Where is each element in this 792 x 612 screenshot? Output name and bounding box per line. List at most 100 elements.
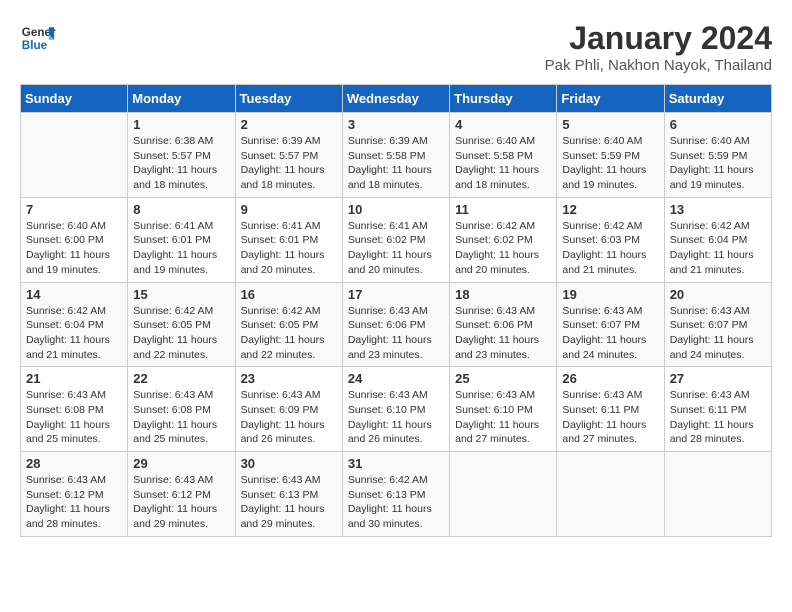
day-number: 5 — [562, 117, 658, 132]
calendar-cell: 3Sunrise: 6:39 AMSunset: 5:58 PMDaylight… — [342, 113, 449, 198]
day-info: Sunrise: 6:43 AMSunset: 6:11 PMDaylight:… — [562, 388, 658, 447]
month-title: January 2024 — [545, 20, 772, 57]
calendar-cell: 19Sunrise: 6:43 AMSunset: 6:07 PMDayligh… — [557, 282, 664, 367]
svg-text:Blue: Blue — [22, 39, 48, 52]
calendar-cell — [664, 452, 771, 537]
week-row-1: 1 Sunrise: 6:38 AMSunset: 5:57 PMDaylight… — [21, 113, 772, 198]
day-number: 25 — [455, 371, 551, 386]
calendar-cell: 12 Sunrise: 6:42 AMSunset: 6:03 PMDayligh… — [557, 197, 664, 282]
day-info: Sunrise: 6:41 AMSunset: 6:01 PMDaylight:… — [241, 219, 337, 278]
calendar-cell: 7 Sunrise: 6:40 AMSunset: 6:00 PMDaylight… — [21, 197, 128, 282]
day-number: 17 — [348, 287, 444, 302]
calendar-cell: 29 Sunrise: 6:43 AMSunset: 6:12 PMDayligh… — [128, 452, 235, 537]
day-number: 12 — [562, 202, 658, 217]
day-info: Sunrise: 6:40 AMSunset: 6:00 PMDaylight:… — [26, 219, 122, 278]
calendar-cell: 10Sunrise: 6:41 AMSunset: 6:02 PMDayligh… — [342, 197, 449, 282]
week-row-4: 21 Sunrise: 6:43 AMSunset: 6:08 PMDayligh… — [21, 367, 772, 452]
day-number: 14 — [26, 287, 122, 302]
day-info: Sunrise: 6:42 AMSunset: 6:04 PMDaylight:… — [670, 219, 766, 278]
calendar-cell: 5 Sunrise: 6:40 AMSunset: 5:59 PMDaylight… — [557, 113, 664, 198]
logo-icon: General Blue — [20, 20, 56, 56]
day-number: 21 — [26, 371, 122, 386]
day-number: 9 — [241, 202, 337, 217]
day-number: 30 — [241, 456, 337, 471]
calendar-cell: 24 Sunrise: 6:43 AMSunset: 6:10 PMDayligh… — [342, 367, 449, 452]
calendar-cell — [450, 452, 557, 537]
day-info: Sunrise: 6:41 AMSunset: 6:01 PMDaylight:… — [133, 219, 229, 278]
day-info: Sunrise: 6:43 AMSunset: 6:08 PMDaylight:… — [133, 388, 229, 447]
calendar-cell: 25 Sunrise: 6:43 AMSunset: 6:10 PMDayligh… — [450, 367, 557, 452]
location-subtitle: Pak Phli, Nakhon Nayok, Thailand — [545, 57, 772, 74]
calendar-cell: 31 Sunrise: 6:42 AMSunset: 6:13 PMDayligh… — [342, 452, 449, 537]
day-info: Sunrise: 6:42 AMSunset: 6:02 PMDaylight:… — [455, 219, 551, 278]
weekday-header-monday: Monday — [128, 85, 235, 113]
calendar-cell: 15Sunrise: 6:42 AMSunset: 6:05 PMDayligh… — [128, 282, 235, 367]
day-number: 29 — [133, 456, 229, 471]
day-info: Sunrise: 6:42 AMSunset: 6:13 PMDaylight:… — [348, 473, 444, 532]
weekday-header-tuesday: Tuesday — [235, 85, 342, 113]
calendar-cell: 4 Sunrise: 6:40 AMSunset: 5:58 PMDaylight… — [450, 113, 557, 198]
calendar-cell: 27 Sunrise: 6:43 AMSunset: 6:11 PMDayligh… — [664, 367, 771, 452]
day-number: 27 — [670, 371, 766, 386]
calendar-cell: 11 Sunrise: 6:42 AMSunset: 6:02 PMDayligh… — [450, 197, 557, 282]
calendar-cell: 9 Sunrise: 6:41 AMSunset: 6:01 PMDaylight… — [235, 197, 342, 282]
calendar-cell: 16Sunrise: 6:42 AMSunset: 6:05 PMDayligh… — [235, 282, 342, 367]
day-info: Sunrise: 6:43 AMSunset: 6:12 PMDaylight:… — [26, 473, 122, 532]
calendar-cell: 28 Sunrise: 6:43 AMSunset: 6:12 PMDayligh… — [21, 452, 128, 537]
day-number: 24 — [348, 371, 444, 386]
day-info: Sunrise: 6:40 AMSunset: 5:59 PMDaylight:… — [670, 134, 766, 193]
calendar-cell — [21, 113, 128, 198]
calendar-cell: 18 Sunrise: 6:43 AMSunset: 6:06 PMDayligh… — [450, 282, 557, 367]
calendar-cell: 21Sunrise: 6:43 AMSunset: 6:08 PMDayligh… — [21, 367, 128, 452]
day-number: 1 — [133, 117, 229, 132]
day-info: Sunrise: 6:43 AMSunset: 6:07 PMDaylight:… — [670, 304, 766, 363]
day-info: Sunrise: 6:43 AMSunset: 6:13 PMDaylight:… — [241, 473, 337, 532]
day-number: 22 — [133, 371, 229, 386]
day-number: 23 — [241, 371, 337, 386]
day-number: 3 — [348, 117, 444, 132]
day-number: 18 — [455, 287, 551, 302]
week-row-2: 7 Sunrise: 6:40 AMSunset: 6:00 PMDaylight… — [21, 197, 772, 282]
day-info: Sunrise: 6:43 AMSunset: 6:10 PMDaylight:… — [348, 388, 444, 447]
day-info: Sunrise: 6:42 AMSunset: 6:03 PMDaylight:… — [562, 219, 658, 278]
weekday-header-wednesday: Wednesday — [342, 85, 449, 113]
day-number: 28 — [26, 456, 122, 471]
day-number: 6 — [670, 117, 766, 132]
calendar-cell: 23 Sunrise: 6:43 AMSunset: 6:09 PMDayligh… — [235, 367, 342, 452]
calendar-cell: 13 Sunrise: 6:42 AMSunset: 6:04 PMDayligh… — [664, 197, 771, 282]
calendar-cell — [557, 452, 664, 537]
logo: General Blue — [20, 20, 56, 56]
calendar-cell: 22 Sunrise: 6:43 AMSunset: 6:08 PMDayligh… — [128, 367, 235, 452]
day-info: Sunrise: 6:40 AMSunset: 5:58 PMDaylight:… — [455, 134, 551, 193]
calendar-cell: 26Sunrise: 6:43 AMSunset: 6:11 PMDayligh… — [557, 367, 664, 452]
day-info: Sunrise: 6:41 AMSunset: 6:02 PMDaylight:… — [348, 219, 444, 278]
day-number: 11 — [455, 202, 551, 217]
day-info: Sunrise: 6:43 AMSunset: 6:09 PMDaylight:… — [241, 388, 337, 447]
calendar-cell: 1 Sunrise: 6:38 AMSunset: 5:57 PMDaylight… — [128, 113, 235, 198]
day-number: 2 — [241, 117, 337, 132]
weekday-header-friday: Friday — [557, 85, 664, 113]
weekday-header-sunday: Sunday — [21, 85, 128, 113]
day-info: Sunrise: 6:43 AMSunset: 6:12 PMDaylight:… — [133, 473, 229, 532]
day-number: 20 — [670, 287, 766, 302]
day-info: Sunrise: 6:43 AMSunset: 6:10 PMDaylight:… — [455, 388, 551, 447]
day-info: Sunrise: 6:40 AMSunset: 5:59 PMDaylight:… — [562, 134, 658, 193]
page-header: General Blue January 2024 Pak Phli, Nakh… — [20, 20, 772, 74]
day-info: Sunrise: 6:42 AMSunset: 6:04 PMDaylight:… — [26, 304, 122, 363]
day-number: 19 — [562, 287, 658, 302]
day-info: Sunrise: 6:43 AMSunset: 6:11 PMDaylight:… — [670, 388, 766, 447]
day-number: 7 — [26, 202, 122, 217]
calendar-cell: 6 Sunrise: 6:40 AMSunset: 5:59 PMDaylight… — [664, 113, 771, 198]
weekday-header-row: SundayMondayTuesdayWednesdayThursdayFrid… — [21, 85, 772, 113]
day-info: Sunrise: 6:39 AMSunset: 5:57 PMDaylight:… — [241, 134, 337, 193]
day-info: Sunrise: 6:42 AMSunset: 6:05 PMDaylight:… — [241, 304, 337, 363]
calendar-cell: 8Sunrise: 6:41 AMSunset: 6:01 PMDaylight… — [128, 197, 235, 282]
week-row-3: 14 Sunrise: 6:42 AMSunset: 6:04 PMDayligh… — [21, 282, 772, 367]
day-info: Sunrise: 6:42 AMSunset: 6:05 PMDaylight:… — [133, 304, 229, 363]
day-number: 4 — [455, 117, 551, 132]
day-info: Sunrise: 6:38 AMSunset: 5:57 PMDaylight:… — [133, 134, 229, 193]
day-number: 13 — [670, 202, 766, 217]
day-info: Sunrise: 6:43 AMSunset: 6:06 PMDaylight:… — [455, 304, 551, 363]
day-number: 31 — [348, 456, 444, 471]
week-row-5: 28 Sunrise: 6:43 AMSunset: 6:12 PMDayligh… — [21, 452, 772, 537]
